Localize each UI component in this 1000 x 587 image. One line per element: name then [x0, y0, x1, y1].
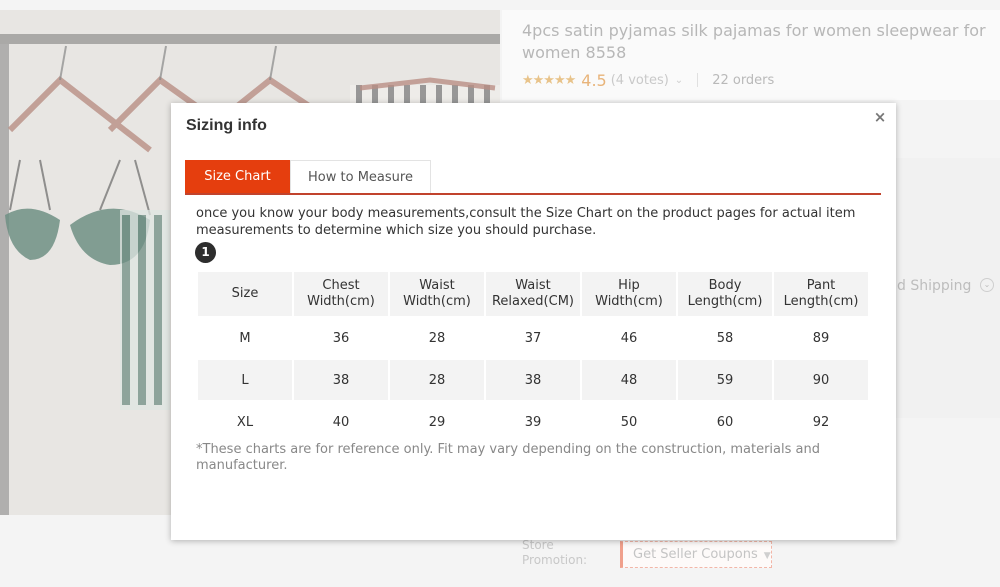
size-chart-disclaimer: *These charts are for reference only. Fi…: [196, 442, 820, 473]
modal-title: Sizing info: [186, 117, 267, 134]
column-header-body-length: Body Length(cm): [678, 272, 772, 316]
sizing-info-modal: Sizing info × Size Chart How to Measure …: [171, 103, 896, 540]
table-row: XL 40 29 39 50 60 92: [198, 402, 868, 442]
table-cell: 36: [332, 330, 350, 346]
chevron-down-icon[interactable]: ⌄: [980, 278, 994, 292]
table-cell: 59: [678, 360, 772, 400]
step-number-badge: 1: [195, 242, 216, 263]
rating-score: 4.5: [581, 70, 607, 90]
table-cell: XL: [236, 414, 254, 430]
orders-count: 22 orders: [712, 72, 775, 88]
column-header-hip-width: Hip Width(cm): [582, 272, 676, 316]
table-cell: 50: [620, 414, 638, 430]
table-cell: L: [198, 360, 292, 400]
column-header-pant-length: Pant Length(cm): [774, 272, 868, 316]
store-promotion-label: Store Promotion:: [522, 538, 588, 567]
table-cell: 92: [812, 414, 830, 430]
table-cell: 38: [294, 360, 388, 400]
column-header-waist-relaxed: Waist Relaxed(CM): [486, 272, 580, 316]
table-cell: 38: [486, 360, 580, 400]
divider: [697, 73, 699, 87]
column-header-chest-width: Chest Width(cm): [294, 272, 388, 316]
tab-size-chart[interactable]: Size Chart: [185, 160, 290, 193]
table-row: M 36 28 37 46 58 89: [198, 318, 868, 358]
table-cell: 37: [524, 330, 542, 346]
product-title: 4pcs satin pyjamas silk pajamas for wome…: [522, 21, 986, 62]
star-rating-icon: ★★★★★: [522, 72, 576, 88]
rating-votes-link[interactable]: (4 votes): [611, 73, 669, 88]
size-chart-intro: once you know your body measurements,con…: [196, 206, 856, 238]
table-cell: 60: [716, 414, 734, 430]
table-row: L 38 28 38 48 59 90: [198, 360, 868, 400]
table-cell: 28: [428, 330, 446, 346]
sizing-tabs: Size Chart How to Measure: [185, 160, 881, 195]
table-cell: 46: [620, 330, 638, 346]
rating-row: ★★★★★ 4.5 (4 votes) ⌄ 22 orders: [522, 70, 774, 90]
table-cell: 29: [428, 414, 446, 430]
chevron-down-icon[interactable]: ⌄: [675, 75, 683, 86]
table-cell: 28: [390, 360, 484, 400]
column-header-size: Size: [198, 272, 292, 316]
caret-down-icon: ▼: [763, 551, 771, 561]
column-header-waist-width: Waist Width(cm): [390, 272, 484, 316]
shipping-label: d Shipping: [897, 278, 972, 294]
coupon-button-label: Get Seller Coupons: [633, 547, 758, 562]
size-chart-table: Size Chest Width(cm) Waist Width(cm) Wai…: [196, 270, 870, 444]
table-cell: 90: [774, 360, 868, 400]
table-cell: 89: [812, 330, 830, 346]
table-cell: 40: [332, 414, 350, 430]
table-cell: 58: [716, 330, 734, 346]
table-cell: M: [239, 330, 251, 346]
get-seller-coupons-button[interactable]: Get Seller Coupons ▼: [620, 541, 772, 568]
close-icon[interactable]: ×: [871, 107, 889, 127]
tab-how-to-measure[interactable]: How to Measure: [290, 160, 431, 193]
table-cell: 39: [524, 414, 542, 430]
table-cell: 48: [582, 360, 676, 400]
table-header-row: Size Chest Width(cm) Waist Width(cm) Wai…: [198, 272, 868, 316]
